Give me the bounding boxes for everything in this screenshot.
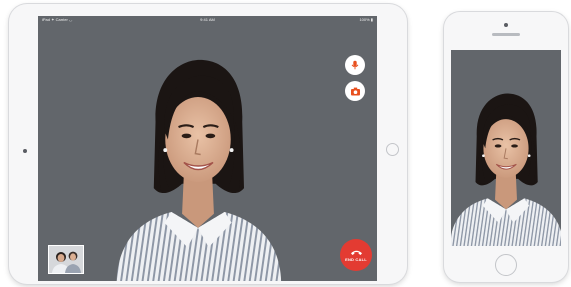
iphone-device bbox=[444, 12, 568, 282]
mute-button[interactable] bbox=[345, 55, 365, 75]
end-call-label: END CALL bbox=[345, 256, 367, 262]
iphone-home-button[interactable] bbox=[495, 254, 517, 276]
remote-participant-video bbox=[451, 62, 561, 246]
camera-switch-icon bbox=[350, 87, 360, 95]
status-battery: 100% ▮ bbox=[359, 17, 373, 22]
ipad-front-camera bbox=[23, 149, 27, 153]
microphone-icon bbox=[351, 60, 359, 70]
iphone-front-camera bbox=[504, 23, 508, 27]
iphone-speaker bbox=[492, 33, 520, 36]
status-bar: iPad ✦ Carrier ◡ 9:41 AM 100% ▮ bbox=[38, 16, 377, 24]
ipad-video-call-screen: iPad ✦ Carrier ◡ 9:41 AM 100% ▮ END CALL bbox=[38, 16, 377, 281]
self-view-image bbox=[49, 246, 83, 273]
iphone-video-call-screen bbox=[451, 50, 561, 246]
status-carrier: iPad ✦ Carrier ◡ bbox=[42, 17, 73, 22]
self-view-thumbnail[interactable] bbox=[48, 245, 84, 274]
ipad-device: iPad ✦ Carrier ◡ 9:41 AM 100% ▮ END CALL bbox=[9, 4, 407, 284]
phone-hangup-icon bbox=[350, 250, 362, 255]
remote-participant-video bbox=[78, 51, 318, 281]
ipad-home-button[interactable] bbox=[386, 143, 399, 156]
status-time: 9:41 AM bbox=[200, 17, 215, 22]
end-call-button[interactable]: END CALL bbox=[340, 239, 372, 271]
camera-toggle-button[interactable] bbox=[345, 81, 365, 101]
